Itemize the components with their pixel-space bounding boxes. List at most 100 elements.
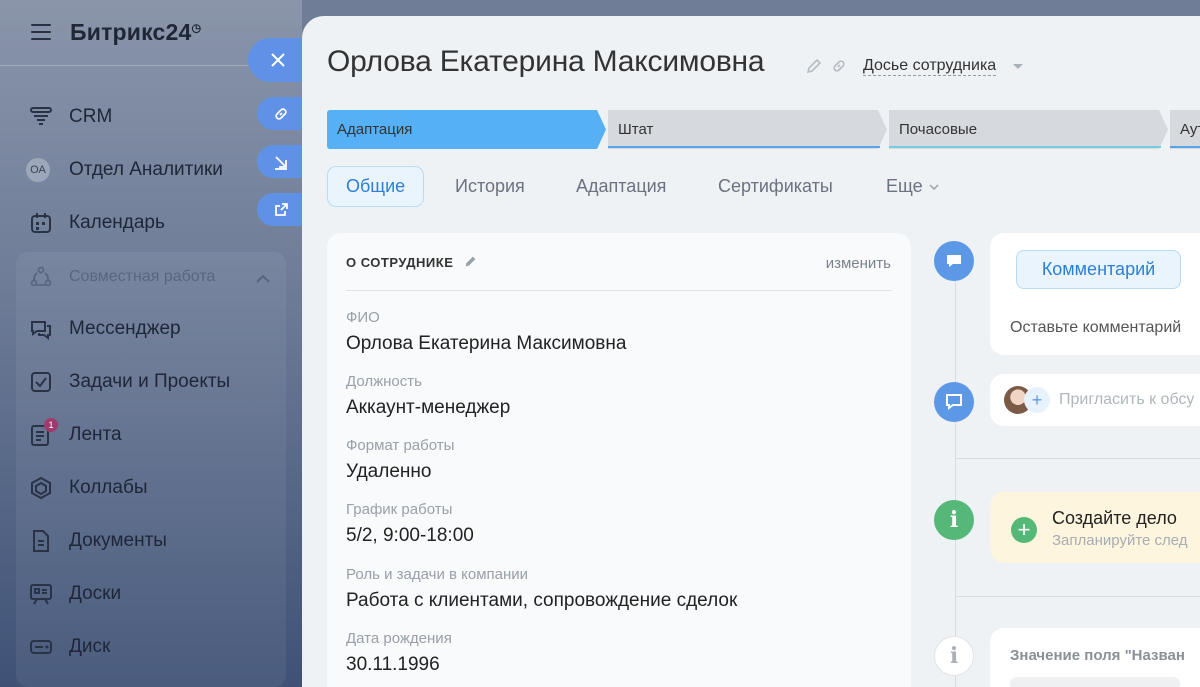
field-value: 30.11.1996 bbox=[346, 654, 440, 675]
minimize-button[interactable] bbox=[257, 145, 304, 178]
stage-label: Штат bbox=[618, 121, 654, 138]
sidebar-item-label: Задачи и Проекты bbox=[69, 371, 231, 392]
stage-outsourced[interactable]: Аут bbox=[1170, 110, 1200, 149]
collab-icon bbox=[29, 476, 53, 500]
field-value: Аккаунт-менеджер bbox=[346, 397, 511, 418]
sidebar-item-documents[interactable]: Документы bbox=[0, 520, 290, 562]
logo[interactable]: Битрикс24◷ bbox=[70, 19, 201, 46]
sidebar-item-messenger[interactable]: Мессенджер bbox=[0, 308, 290, 350]
divider bbox=[346, 290, 892, 291]
field-label: ФИО bbox=[346, 309, 380, 326]
sidebar-item-label: Отдел Аналитики bbox=[69, 159, 223, 180]
collaboration-icon bbox=[29, 265, 53, 289]
sidebar-item-collabs[interactable]: Коллабы bbox=[0, 467, 290, 509]
invite-input[interactable]: Пригласить к обсу bbox=[1059, 391, 1194, 409]
tab-general[interactable]: Общие bbox=[327, 166, 425, 207]
timeline-line bbox=[955, 246, 956, 687]
sidebar-item-label: Мессенджер bbox=[69, 318, 181, 339]
tab-certificates[interactable]: Сертификаты bbox=[718, 166, 833, 207]
info-icon: i bbox=[934, 636, 974, 676]
dossier-dropdown[interactable]: Досье сотрудника bbox=[863, 57, 997, 76]
field-label: Формат работы bbox=[346, 437, 455, 454]
create-activity-title: Создайте дело bbox=[1052, 508, 1177, 528]
sidebar-item-label: Совместная работа bbox=[69, 268, 216, 285]
edit-pencil-icon[interactable] bbox=[464, 255, 477, 268]
sidebar-item-label: Календарь bbox=[69, 212, 165, 233]
tab-more-label: Еще bbox=[886, 176, 923, 196]
employee-slider-panel: Орлова Екатерина Максимовна Досье сотруд… bbox=[302, 16, 1200, 687]
sidebar-item-calendar[interactable]: Календарь bbox=[0, 202, 290, 244]
chevron-up-icon[interactable] bbox=[256, 270, 270, 288]
history-item-chip bbox=[1010, 677, 1180, 687]
stage-label: Аут bbox=[1180, 121, 1200, 138]
stage-label: Адаптация bbox=[337, 121, 413, 138]
copy-link-button[interactable] bbox=[257, 97, 304, 130]
history-item-card: Значение поля "Назван bbox=[990, 628, 1200, 687]
sidebar-item-crm[interactable]: CRM bbox=[0, 96, 290, 138]
create-activity-card[interactable]: + Создайте дело Запланируйте след bbox=[990, 492, 1200, 563]
link-icon bbox=[274, 107, 287, 120]
tasks-icon bbox=[29, 370, 53, 394]
sidebar-item-disk[interactable]: Диск bbox=[0, 626, 290, 668]
field-value: Орлова Екатерина Максимовна bbox=[346, 333, 627, 354]
sidebar-group-collaboration[interactable]: Совместная работа bbox=[0, 256, 290, 298]
tab-history[interactable]: История bbox=[455, 166, 525, 207]
chat-icon bbox=[934, 382, 974, 422]
close-icon bbox=[271, 53, 285, 67]
open-new-window-button[interactable] bbox=[257, 193, 304, 226]
chevron-down-icon bbox=[929, 183, 939, 190]
create-activity-subtitle: Запланируйте след bbox=[1052, 532, 1188, 549]
chevron-down-icon[interactable] bbox=[1013, 64, 1023, 69]
tab-more[interactable]: Еще bbox=[886, 166, 939, 207]
info-icon: i bbox=[934, 500, 974, 540]
stage-hourly[interactable]: Почасовые bbox=[889, 110, 1169, 149]
crm-funnel-icon bbox=[29, 105, 53, 129]
sidebar-item-label: Лента bbox=[69, 424, 122, 445]
invite-card: + Пригласить к обсу bbox=[990, 374, 1200, 426]
stage-label: Почасовые bbox=[899, 121, 978, 138]
menu-icon[interactable] bbox=[31, 24, 51, 40]
card-heading: О СОТРУДНИКЕ bbox=[346, 255, 477, 270]
stage-adaptation[interactable]: Адаптация bbox=[327, 110, 607, 149]
field-label: Роль и задачи в компании bbox=[346, 566, 529, 583]
sidebar-item-label: Диск bbox=[69, 636, 111, 657]
sidebar-item-feed[interactable]: 1 Лента bbox=[0, 414, 290, 456]
sidebar-item-label: CRM bbox=[69, 106, 113, 127]
add-participant-button[interactable]: + bbox=[1024, 387, 1050, 413]
sidebar-item-analytics-dept[interactable]: ОА Отдел Аналитики bbox=[0, 149, 290, 191]
tab-adaptation[interactable]: Адаптация bbox=[576, 166, 666, 207]
timeline-divider bbox=[955, 596, 1200, 597]
calendar-icon bbox=[29, 211, 53, 235]
edit-pencil-icon[interactable] bbox=[806, 58, 822, 79]
edit-link[interactable]: изменить bbox=[826, 255, 891, 272]
page-title: Орлова Екатерина Максимовна bbox=[327, 45, 765, 78]
external-link-icon bbox=[274, 202, 288, 216]
history-item-title: Значение поля "Назван bbox=[1010, 647, 1185, 664]
timeline-divider bbox=[955, 458, 1200, 459]
comment-button[interactable]: Комментарий bbox=[1016, 250, 1181, 289]
sidebar-item-boards[interactable]: Доски bbox=[0, 573, 290, 615]
about-employee-card: О СОТРУДНИКЕ изменить ФИО Орлова Екатери… bbox=[327, 233, 911, 687]
notification-badge: 1 bbox=[44, 418, 58, 432]
field-label: Должность bbox=[346, 373, 422, 390]
link-icon[interactable] bbox=[831, 58, 847, 79]
avatar: ОА bbox=[26, 158, 50, 182]
field-value: Работа с клиентами, сопровождение сделок bbox=[346, 590, 738, 611]
field-label: Дата рождения bbox=[346, 630, 452, 647]
comment-input[interactable]: Оставьте комментарий bbox=[1010, 319, 1181, 337]
close-slider-button[interactable] bbox=[248, 38, 304, 82]
left-sidebar: Битрикс24◷ CRM ОА Отдел Аналитики Календ… bbox=[0, 0, 302, 687]
disk-icon bbox=[29, 635, 53, 659]
comment-bubble-icon bbox=[934, 241, 974, 281]
sidebar-item-label: Коллабы bbox=[69, 477, 148, 498]
plus-icon: + bbox=[1031, 389, 1043, 410]
plus-circle-icon: + bbox=[1011, 517, 1037, 543]
field-value: 5/2, 9:00-18:00 bbox=[346, 525, 474, 546]
stage-staff[interactable]: Штат bbox=[608, 110, 888, 149]
boards-icon bbox=[29, 582, 53, 606]
documents-icon bbox=[29, 529, 53, 553]
arrow-down-right-icon bbox=[274, 155, 287, 170]
sidebar-item-label: Доски bbox=[69, 583, 122, 604]
sidebar-item-tasks[interactable]: Задачи и Проекты bbox=[0, 361, 290, 403]
field-value: Удаленно bbox=[346, 461, 432, 482]
